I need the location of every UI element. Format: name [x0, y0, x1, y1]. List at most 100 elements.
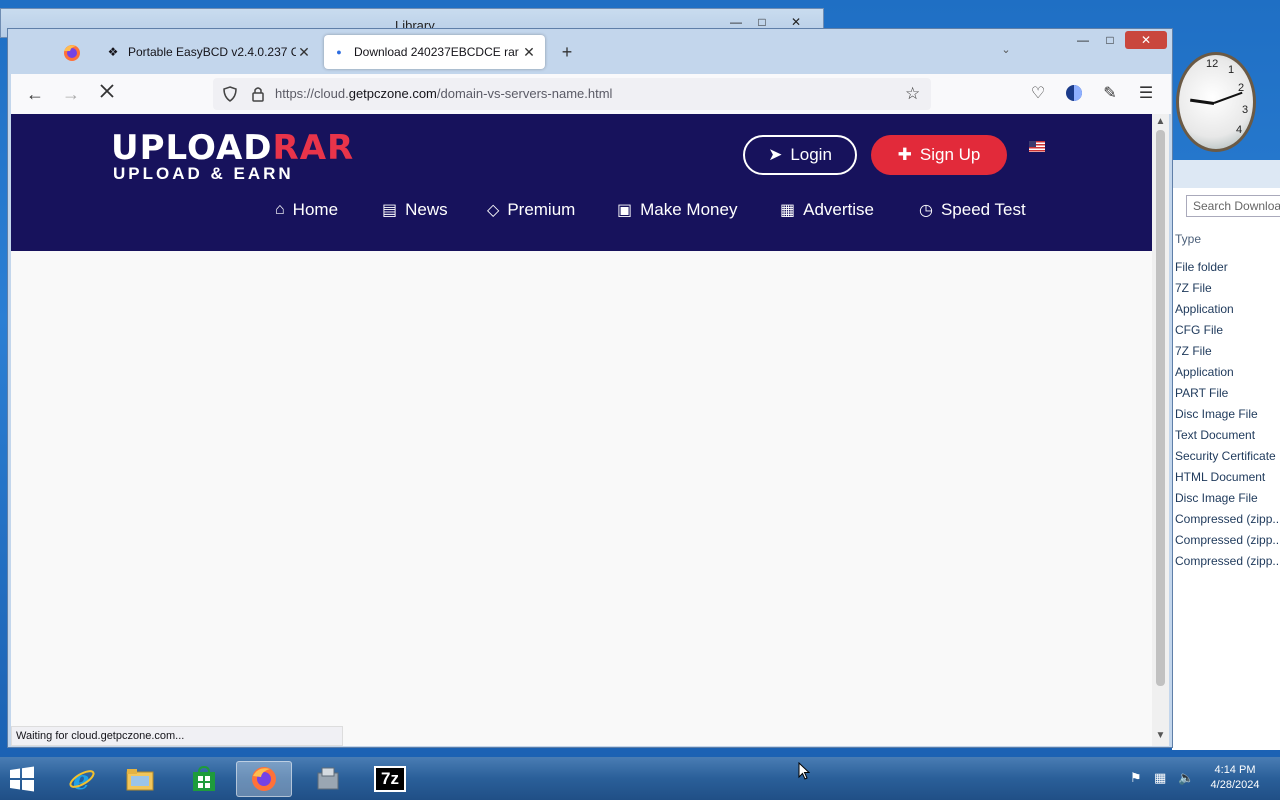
explorer-type-row[interactable]: Application — [1175, 302, 1234, 316]
taskbar: e 7z ⚑ ▦ 🔈 4:14 PM 4/28/2024 — [0, 757, 1280, 800]
menu-home-label: Home — [292, 200, 339, 219]
tab-download-label: Download 240237EBCDCE rar — [354, 45, 519, 59]
logo-wordmark: UPLOADRAR — [111, 128, 354, 168]
explorer-type-row[interactable]: File folder — [1175, 260, 1228, 274]
logo-part-ad: AD — [215, 128, 273, 168]
tab-download-close-icon[interactable]: ✕ — [521, 44, 537, 61]
explorer-type-row[interactable]: HTML Document — [1175, 470, 1265, 484]
us-flag-icon[interactable] — [1029, 141, 1045, 152]
menu-speed-test[interactable]: ◷ Speed Test — [919, 196, 1026, 224]
taskbar-firefox[interactable] — [236, 761, 292, 797]
explorer-type-row[interactable]: PART File — [1175, 386, 1228, 400]
scrollbar-thumb[interactable] — [1156, 130, 1165, 686]
back-button[interactable]: ← — [23, 82, 47, 106]
firefox-icon — [64, 45, 80, 61]
menu-news-label: News — [405, 200, 448, 219]
maximize-button[interactable]: □ — [1097, 31, 1123, 49]
firefox-view-button[interactable] — [54, 37, 90, 69]
taskbar-date: 4/28/2024 — [1210, 779, 1260, 791]
money-icon: ▣ — [617, 202, 633, 219]
login-button[interactable]: ➤ Login — [743, 135, 857, 175]
scroll-down-arrow-icon[interactable]: ▼ — [1154, 730, 1167, 741]
url-prefix: https://cloud. — [275, 86, 349, 101]
extensions-icon[interactable]: ✎ — [1099, 83, 1121, 105]
minimize-button[interactable]: — — [1070, 31, 1096, 49]
menu-make-money-label: Make Money — [640, 200, 738, 219]
menu-news[interactable]: ▤ News — [382, 196, 448, 224]
tab-bar: ❖ Portable EasyBCD v2.4.0.237 Co ✕ ● Dow… — [8, 29, 1172, 74]
tab-easybcd[interactable]: ❖ Portable EasyBCD v2.4.0.237 Co ✕ — [98, 35, 320, 69]
stop-loading-button[interactable] — [95, 82, 119, 106]
url-text[interactable]: https://cloud.getpczone.com/domain-vs-se… — [275, 86, 612, 101]
internet-explorer-icon: e — [69, 766, 95, 794]
list-all-tabs-button[interactable]: ⌄ — [998, 43, 1014, 59]
taskbar-store[interactable] — [176, 761, 232, 797]
close-window-button[interactable]: ✕ — [1125, 31, 1167, 49]
user-plus-icon: ✚ — [897, 145, 912, 164]
tab-easybcd-label: Portable EasyBCD v2.4.0.237 Co — [128, 45, 296, 59]
menu-advertise-label: Advertise — [803, 200, 874, 219]
folder-icon — [126, 769, 154, 791]
clock-number-1: 1 — [1228, 64, 1235, 76]
account-avatar — [1066, 85, 1082, 101]
menu-premium[interactable]: ◇ Premium — [487, 196, 575, 224]
explorer-type-row[interactable]: Compressed (zipp... — [1175, 533, 1280, 547]
start-button[interactable] — [6, 763, 38, 795]
taskbar-installer[interactable] — [300, 761, 356, 797]
firefox-window: ❖ Portable EasyBCD v2.4.0.237 Co ✕ ● Dow… — [7, 28, 1173, 748]
page-scrollbar[interactable]: ▲ ▼ — [1152, 114, 1169, 746]
tab-download[interactable]: ● Download 240237EBCDCE rar ✕ — [324, 35, 545, 69]
explorer-type-row[interactable]: Application — [1175, 365, 1234, 379]
menu-premium-label: Premium — [507, 200, 576, 219]
type-column-header[interactable]: Type — [1175, 232, 1201, 246]
advertise-icon: ▦ — [780, 202, 796, 219]
volume-muted-icon[interactable]: 🔈 — [1178, 770, 1194, 786]
new-tab-button[interactable]: + — [555, 41, 579, 65]
explorer-type-row[interactable]: Text Document — [1175, 428, 1255, 442]
clock-number-12: 12 — [1206, 58, 1219, 70]
tracking-shield-icon[interactable] — [221, 85, 239, 103]
explorer-type-row[interactable]: Compressed (zipp... — [1175, 554, 1280, 568]
explorer-window: Search Downloa Type File folder 7Z File Ap… — [1172, 160, 1280, 750]
taskbar-file-explorer[interactable] — [112, 761, 168, 797]
taskbar-7zip[interactable]: 7z — [362, 761, 418, 797]
site-header: UPLOADRAR UPLOAD & EARN ➤ Login ✚ Sign U… — [11, 114, 1152, 251]
login-label: Login — [790, 145, 832, 164]
taskbar-internet-explorer[interactable]: e — [54, 761, 110, 797]
menu-hamburger-icon[interactable]: ☰ — [1135, 83, 1157, 105]
explorer-type-row[interactable]: CFG File — [1175, 323, 1223, 337]
forward-button[interactable]: → — [59, 82, 83, 106]
uploadrar-logo[interactable]: UPLOADRAR UPLOAD & EARN — [111, 128, 371, 184]
taskbar-clock[interactable]: 4:14 PM 4/28/2024 — [1200, 763, 1270, 793]
sevenzip-icon: 7z — [374, 766, 406, 792]
tab-easybcd-close-icon[interactable]: ✕ — [296, 44, 312, 61]
pocket-icon[interactable]: ♡ — [1027, 83, 1049, 105]
explorer-type-row[interactable]: 7Z File — [1175, 281, 1212, 295]
explorer-type-row[interactable]: Compressed (zipp... — [1175, 512, 1280, 526]
account-icon[interactable] — [1063, 83, 1085, 105]
menu-make-money[interactable]: ▣ Make Money — [617, 196, 737, 224]
explorer-type-row[interactable]: Disc Image File — [1175, 491, 1258, 505]
menu-advertise[interactable]: ▦ Advertise — [780, 196, 874, 224]
signup-button[interactable]: ✚ Sign Up — [871, 135, 1007, 175]
explorer-toolbar — [1172, 160, 1280, 188]
action-center-flag-icon[interactable]: ⚑ — [1130, 770, 1142, 786]
sign-in-icon: ➤ — [768, 145, 783, 164]
url-bar[interactable]: https://cloud.getpczone.com/domain-vs-se… — [213, 78, 931, 110]
clock-number-3: 3 — [1242, 104, 1249, 116]
explorer-type-row[interactable]: 7Z File — [1175, 344, 1212, 358]
url-domain: getpczone.com — [348, 86, 437, 101]
explorer-type-row[interactable]: Security Certificate — [1175, 449, 1276, 463]
logo-part-rar: RAR — [272, 128, 355, 168]
menu-speed-test-label: Speed Test — [940, 200, 1026, 219]
url-path: /domain-vs-servers-name.html — [436, 86, 613, 101]
explorer-search-input[interactable]: Search Downloa — [1186, 195, 1280, 217]
firefox-taskbar-icon — [252, 767, 276, 791]
network-icon[interactable]: ▦ — [1154, 770, 1166, 786]
explorer-type-row[interactable]: Disc Image File — [1175, 407, 1258, 421]
navigation-toolbar: ← → https://cloud.getpczone.com/domain-v… — [11, 74, 1171, 114]
menu-home[interactable]: ⌂ Home — [275, 196, 338, 224]
scroll-up-arrow-icon[interactable]: ▲ — [1154, 116, 1167, 127]
bookmark-star-icon[interactable]: ☆ — [905, 84, 920, 104]
lock-icon[interactable] — [249, 85, 267, 103]
